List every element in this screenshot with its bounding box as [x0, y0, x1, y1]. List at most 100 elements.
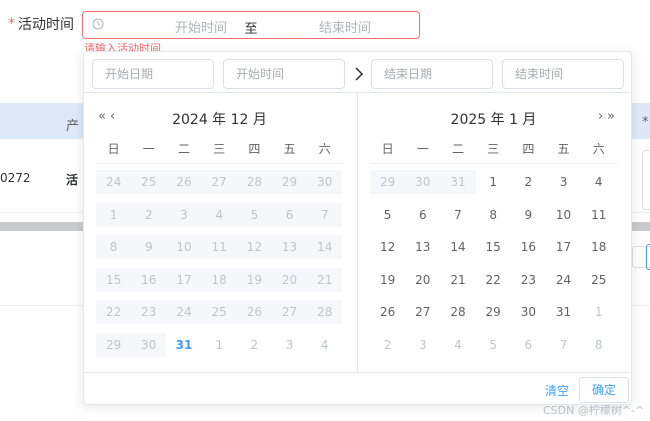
date-cell[interactable]: 12 [370, 235, 405, 259]
date-cell[interactable]: 16 [511, 235, 546, 259]
date-cell[interactable]: 4 [581, 170, 616, 194]
date-cell-disabled: 5 [236, 202, 272, 227]
date-cell-disabled: 17 [166, 267, 202, 292]
activity-time-label: 活动时间 [18, 17, 74, 33]
weekday-label: 四 [522, 142, 535, 156]
date-cell-disabled: 14 [307, 235, 343, 259]
date-cell-disabled: 6 [271, 202, 308, 227]
date-cell-disabled: 10 [166, 235, 202, 259]
date-cell[interactable]: 25 [581, 268, 616, 292]
date-cell-disabled: 28 [236, 170, 272, 194]
date-cell[interactable]: 14 [440, 235, 475, 259]
date-cell-next-month[interactable]: 3 [405, 333, 440, 357]
date-cell-disabled: 24 [166, 300, 202, 324]
date-cell[interactable]: 6 [405, 203, 440, 227]
date-cell-next-month[interactable]: 6 [511, 333, 546, 357]
date-cell-disabled: 31 [440, 170, 476, 194]
date-cell-next-month[interactable]: 5 [476, 333, 511, 357]
weekday-label: 五 [557, 142, 570, 156]
date-cell[interactable]: 22 [476, 268, 511, 292]
date-cell[interactable]: 24 [546, 268, 581, 292]
date-cell-disabled: 29 [96, 332, 132, 357]
weekday-label: 二 [451, 142, 464, 156]
date-cell-next-month[interactable]: 3 [272, 333, 307, 357]
weekday-label: 一 [416, 142, 429, 156]
date-cell[interactable]: 20 [405, 268, 440, 292]
weekday-divider [370, 163, 617, 164]
calendar-grid-right: 29 30 31 1 2 3 4 5 6 7 8 9 10 11 12 13 1… [370, 166, 617, 361]
date-cell[interactable]: 26 [370, 300, 405, 324]
date-cell[interactable]: 19 [370, 268, 405, 292]
end-time-input[interactable]: 结束时间 [502, 59, 624, 89]
date-cell[interactable]: 21 [440, 268, 475, 292]
date-cell[interactable]: 27 [405, 300, 440, 324]
date-cell[interactable]: 9 [511, 203, 546, 227]
date-cell-today[interactable]: 31 [166, 333, 201, 357]
date-cell-next-month[interactable]: 2 [370, 333, 405, 357]
next-month-button[interactable]: › [598, 109, 603, 124]
date-cell-disabled: 13 [271, 235, 308, 259]
date-cell-disabled: 22 [96, 300, 132, 324]
date-cell[interactable]: 8 [476, 203, 511, 227]
start-date-input[interactable]: 开始日期 [92, 59, 214, 89]
date-cell[interactable]: 15 [476, 235, 511, 259]
date-cell[interactable]: 5 [370, 203, 405, 227]
date-cell-next-month[interactable]: 4 [307, 333, 342, 357]
date-cell-next-month[interactable]: 7 [546, 333, 581, 357]
date-cell-disabled: 12 [236, 235, 272, 259]
date-cell-next-month[interactable]: 1 [581, 300, 616, 324]
date-cell-disabled: 15 [96, 267, 132, 292]
date-cell-disabled: 7 [307, 202, 343, 227]
date-cell-disabled: 21 [307, 267, 343, 292]
date-cell[interactable]: 7 [440, 203, 475, 227]
date-cell-disabled: 20 [271, 267, 308, 292]
date-cell-disabled: 26 [236, 300, 272, 324]
datetime-range-input[interactable]: 开始时间 至 结束时间 [82, 11, 420, 39]
date-cell[interactable]: 2 [511, 170, 546, 194]
weekday-header: 日 一 二 三 四 五 六 [96, 137, 343, 161]
date-cell-next-month[interactable]: 1 [202, 333, 237, 357]
date-cell-next-month[interactable]: 2 [237, 333, 272, 357]
date-cell[interactable]: 1 [476, 170, 511, 194]
date-cell[interactable]: 31 [546, 300, 581, 324]
weekday-label: 五 [283, 142, 296, 156]
table-cell-input[interactable] [642, 150, 650, 210]
weekday-label: 六 [592, 142, 605, 156]
confirm-button[interactable]: 确定 [579, 377, 629, 403]
date-cell[interactable]: 17 [546, 235, 581, 259]
end-date-input[interactable]: 结束日期 [371, 59, 493, 89]
date-cell[interactable]: 18 [581, 235, 616, 259]
date-cell-disabled: 25 [201, 300, 237, 324]
weekday-label: 六 [318, 142, 331, 156]
date-cell[interactable]: 28 [440, 300, 475, 324]
table-action-button-primary[interactable] [646, 244, 650, 270]
date-cell[interactable]: 13 [405, 235, 440, 259]
date-cell[interactable]: 23 [511, 268, 546, 292]
date-cell-disabled: 29 [370, 170, 406, 194]
date-cell[interactable]: 3 [546, 170, 581, 194]
date-cell-disabled: 8 [96, 235, 132, 259]
date-cell[interactable]: 29 [476, 300, 511, 324]
weekday-divider [96, 163, 343, 164]
date-cell-disabled: 27 [271, 300, 308, 324]
end-time-placeholder[interactable]: 结束时间 [295, 17, 395, 36]
date-cell-disabled: 11 [201, 235, 237, 259]
datetime-range-picker-popup: 开始日期 开始时间 结束日期 结束时间 « ‹ 2024 年 12 月 日 一 … [83, 51, 632, 405]
date-cell-disabled: 30 [307, 170, 343, 194]
range-separator: 至 [244, 22, 258, 37]
start-time-placeholder[interactable]: 开始时间 [151, 17, 251, 36]
clear-button[interactable]: 清空 [545, 382, 569, 399]
date-cell[interactable]: 11 [581, 203, 616, 227]
validation-error: 请输入活动时间 [84, 43, 161, 51]
date-cell-disabled: 9 [131, 235, 167, 259]
date-cell[interactable]: 10 [546, 203, 581, 227]
date-cell-next-month[interactable]: 4 [440, 333, 475, 357]
date-cell-disabled: 30 [131, 332, 167, 357]
date-cell-disabled: 29 [271, 170, 308, 194]
clock-icon [92, 18, 104, 30]
date-cell[interactable]: 30 [511, 300, 546, 324]
start-time-input[interactable]: 开始时间 [223, 59, 345, 89]
date-cell-next-month[interactable]: 8 [581, 333, 616, 357]
table-header-cell: 产 [66, 119, 80, 134]
next-year-button[interactable]: » [607, 109, 615, 124]
